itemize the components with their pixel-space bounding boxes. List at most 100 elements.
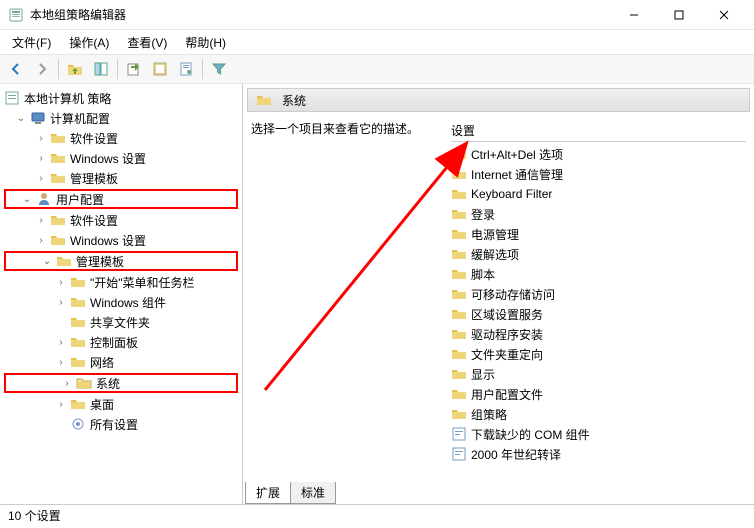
expander-icon[interactable]: ⌄ xyxy=(14,111,28,125)
list-item[interactable]: Keyboard Filter xyxy=(451,184,746,204)
tab-standard[interactable]: 标准 xyxy=(290,482,336,504)
settings-list[interactable]: 设置 Ctrl+Alt+Del 选项 Internet 通信管理Keyboard … xyxy=(451,120,746,500)
maximize-button[interactable] xyxy=(656,0,701,30)
folder-icon xyxy=(451,186,467,202)
folder-icon xyxy=(70,274,86,290)
list-item-label: Internet 通信管理 xyxy=(471,166,563,183)
list-item[interactable]: 可移动存储访问 xyxy=(451,284,746,304)
folder-icon xyxy=(451,146,467,162)
tree-shared-folders[interactable]: 共享文件夹 xyxy=(0,312,242,332)
list-item-label: 区域设置服务 xyxy=(471,306,543,323)
tree-desktop[interactable]: ›桌面 xyxy=(0,394,242,414)
back-button[interactable] xyxy=(4,57,28,81)
expander-icon[interactable]: ⌄ xyxy=(40,254,54,268)
show-hide-tree-button[interactable] xyxy=(89,57,113,81)
list-item[interactable]: 组策略 xyxy=(451,404,746,424)
tree-pane[interactable]: 本地计算机 策略 ⌄ 计算机配置 ›软件设置 ›Windows 设置 ›管理模板… xyxy=(0,84,243,504)
settings-icon xyxy=(70,416,86,432)
expander-icon[interactable]: › xyxy=(34,151,48,165)
list-item-label: 文件夹重定向 xyxy=(471,346,543,363)
tree-win-components[interactable]: ›Windows 组件 xyxy=(0,292,242,312)
tree-uc-templates[interactable]: ⌄管理模板 xyxy=(4,251,238,271)
list-item[interactable]: 2000 年世纪转译 xyxy=(451,444,746,464)
list-item-label: 显示 xyxy=(471,366,495,383)
tree-computer-config[interactable]: ⌄ 计算机配置 xyxy=(0,108,242,128)
folder-open-icon xyxy=(76,375,92,391)
menu-help[interactable]: 帮助(H) xyxy=(177,32,234,53)
folder-icon xyxy=(50,130,66,146)
view-tabs: 扩展 标准 xyxy=(245,482,335,504)
list-item-label: 登录 xyxy=(471,206,495,223)
list-item-label: 用户配置文件 xyxy=(471,386,543,403)
folder-icon xyxy=(50,212,66,228)
user-icon xyxy=(36,191,52,207)
setting-icon xyxy=(451,426,467,442)
close-button[interactable] xyxy=(701,0,746,30)
list-item[interactable]: 驱动程序安装 xyxy=(451,324,746,344)
tree-network[interactable]: ›网络 xyxy=(0,352,242,372)
expander-icon[interactable]: › xyxy=(34,171,48,185)
folder-icon xyxy=(451,206,467,222)
expander-icon[interactable]: › xyxy=(60,376,74,390)
list-item[interactable]: 电源管理 xyxy=(451,224,746,244)
expander-icon[interactable]: › xyxy=(54,397,68,411)
refresh-button[interactable] xyxy=(148,57,172,81)
tree-start-menu[interactable]: ›"开始"菜单和任务栏 xyxy=(0,272,242,292)
list-item[interactable]: 区域设置服务 xyxy=(451,304,746,324)
filter-button[interactable] xyxy=(207,57,231,81)
tree-cc-templates[interactable]: ›管理模板 xyxy=(0,168,242,188)
description-text: 选择一个项目来查看它的描述。 xyxy=(251,120,451,500)
status-text: 10 个设置 xyxy=(8,507,61,524)
menu-action[interactable]: 操作(A) xyxy=(61,32,117,53)
tree-cc-software[interactable]: ›软件设置 xyxy=(0,128,242,148)
folder-icon xyxy=(451,306,467,322)
folder-icon xyxy=(451,346,467,362)
tree-root[interactable]: 本地计算机 策略 xyxy=(0,88,242,108)
folder-icon xyxy=(50,170,66,186)
forward-button[interactable] xyxy=(30,57,54,81)
tab-extended[interactable]: 扩展 xyxy=(245,482,291,504)
folder-icon xyxy=(56,253,72,269)
menu-view[interactable]: 查看(V) xyxy=(119,32,175,53)
minimize-button[interactable] xyxy=(611,0,656,30)
expander-icon[interactable]: › xyxy=(34,213,48,227)
list-item[interactable]: 登录 xyxy=(451,204,746,224)
statusbar: 10 个设置 xyxy=(0,504,754,526)
list-item[interactable]: 脚本 xyxy=(451,264,746,284)
expander-icon[interactable]: › xyxy=(34,233,48,247)
tree-cc-windows[interactable]: ›Windows 设置 xyxy=(0,148,242,168)
folder-icon xyxy=(451,386,467,402)
folder-icon xyxy=(70,314,86,330)
tree-uc-windows[interactable]: ›Windows 设置 xyxy=(0,230,242,250)
expander-icon[interactable]: ⌄ xyxy=(20,192,34,206)
properties-button[interactable] xyxy=(174,57,198,81)
list-item[interactable]: 文件夹重定向 xyxy=(451,344,746,364)
up-button[interactable] xyxy=(63,57,87,81)
list-item[interactable]: Ctrl+Alt+Del 选项 xyxy=(451,144,746,164)
tree-system[interactable]: ›系统 xyxy=(4,373,238,393)
expander-icon[interactable]: › xyxy=(54,295,68,309)
list-item-label: 电源管理 xyxy=(471,226,519,243)
list-item[interactable]: 下载缺少的 COM 组件 xyxy=(451,424,746,444)
expander-icon[interactable]: › xyxy=(34,131,48,145)
settings-column-header[interactable]: 设置 xyxy=(451,120,746,142)
expander-icon[interactable]: › xyxy=(54,335,68,349)
list-item-label: 组策略 xyxy=(471,406,507,423)
folder-icon xyxy=(70,354,86,370)
tree-user-config[interactable]: ⌄ 用户配置 xyxy=(4,189,238,209)
list-item[interactable]: 用户配置文件 xyxy=(451,384,746,404)
export-button[interactable] xyxy=(122,57,146,81)
tree-control-panel[interactable]: ›控制面板 xyxy=(0,332,242,352)
expander-icon[interactable]: › xyxy=(54,355,68,369)
folder-icon xyxy=(50,232,66,248)
expander-icon[interactable]: › xyxy=(54,275,68,289)
folder-icon xyxy=(50,150,66,166)
folder-icon xyxy=(451,366,467,382)
tree-uc-software[interactable]: ›软件设置 xyxy=(0,210,242,230)
folder-icon xyxy=(451,226,467,242)
list-item[interactable]: 缓解选项 xyxy=(451,244,746,264)
list-item[interactable]: Internet 通信管理 xyxy=(451,164,746,184)
tree-all-settings[interactable]: 所有设置 xyxy=(0,414,242,434)
list-item[interactable]: 显示 xyxy=(451,364,746,384)
menu-file[interactable]: 文件(F) xyxy=(4,32,59,53)
